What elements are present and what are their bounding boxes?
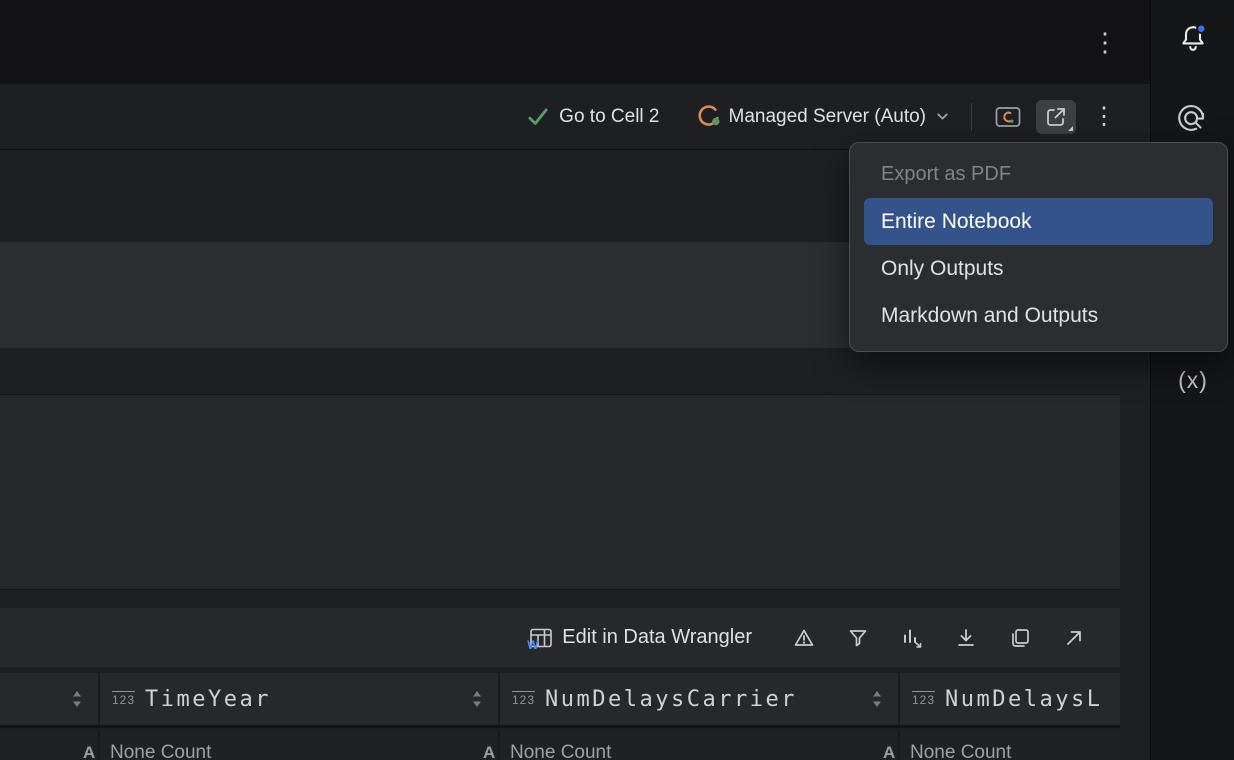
edit-in-data-wrangler-button[interactable]: W Edit in Data Wrangler bbox=[529, 626, 752, 649]
copy-icon bbox=[1008, 626, 1032, 650]
column-type-icon: A bbox=[83, 743, 95, 760]
column-name: NumDelaysL bbox=[945, 687, 1102, 712]
open-in-new-button[interactable] bbox=[1058, 622, 1090, 654]
data-wrangler-icon: W bbox=[529, 627, 553, 649]
edit-in-data-wrangler-label: Edit in Data Wrangler bbox=[562, 626, 752, 649]
go-to-cell-button[interactable]: Go to Cell 2 bbox=[526, 105, 659, 129]
title-bar: ⋮ bbox=[0, 0, 1150, 84]
menu-item-entire-notebook[interactable]: Entire Notebook bbox=[864, 198, 1213, 245]
notebook-output-region[interactable] bbox=[0, 394, 1120, 590]
column-name: TimeYear bbox=[145, 687, 271, 712]
menu-header: Export as PDF bbox=[850, 149, 1227, 198]
column-type-icon: A bbox=[483, 743, 495, 760]
copy-button[interactable] bbox=[1004, 622, 1036, 654]
chart-icon bbox=[900, 626, 924, 650]
toolbar-separator bbox=[971, 103, 972, 131]
go-to-cell-label: Go to Cell 2 bbox=[559, 106, 659, 128]
numeric-type-icon: 123 bbox=[912, 691, 935, 707]
sort-icon[interactable] bbox=[70, 689, 84, 709]
menu-item-only-outputs[interactable]: Only Outputs bbox=[850, 245, 1227, 292]
warning-button[interactable] bbox=[788, 622, 820, 654]
open-in-new-icon bbox=[1063, 627, 1085, 649]
numeric-type-icon: 123 bbox=[512, 691, 535, 707]
stats-cell: A None Count bbox=[100, 731, 500, 760]
bell-icon bbox=[1178, 23, 1208, 53]
export-button[interactable] bbox=[1036, 100, 1076, 134]
stats-cell: A None Count bbox=[900, 731, 1120, 760]
notifications-button[interactable] bbox=[1169, 14, 1217, 62]
warning-icon bbox=[792, 626, 816, 650]
stats-label: None Count bbox=[910, 742, 1011, 760]
filter-button[interactable] bbox=[842, 622, 874, 654]
search-button[interactable] bbox=[1169, 96, 1217, 144]
app-window: ⋮ Go to Cell 2 Managed Server (Auto) bbox=[0, 0, 1234, 760]
console-button[interactable] bbox=[988, 100, 1028, 134]
data-wrangler-badge: W bbox=[527, 638, 538, 652]
toolbar-more-button[interactable]: ⋮ bbox=[1084, 100, 1124, 134]
column-header[interactable]: 123 NumDelaysCarrier bbox=[500, 673, 900, 725]
column-header[interactable] bbox=[0, 673, 100, 725]
sort-icon[interactable] bbox=[470, 689, 498, 709]
export-icon bbox=[1044, 105, 1068, 129]
column-header[interactable]: 123 NumDelaysL bbox=[900, 673, 1120, 725]
server-selector-label: Managed Server (Auto) bbox=[729, 106, 927, 128]
window-more-menu-icon[interactable]: ⋮ bbox=[1084, 25, 1126, 59]
column-name: NumDelaysCarrier bbox=[545, 687, 797, 712]
variables-button[interactable]: (x) bbox=[1169, 356, 1217, 404]
checkmark-icon bbox=[526, 105, 550, 129]
stats-cell: A None Count bbox=[500, 731, 900, 760]
dataframe-stats-row: A None Count A None Count A None Count bbox=[0, 731, 1120, 760]
filter-icon bbox=[846, 626, 870, 650]
console-icon bbox=[995, 106, 1021, 128]
notebook-toolbar: Go to Cell 2 Managed Server (Auto) bbox=[0, 84, 1150, 150]
stats-label: None Count bbox=[110, 742, 211, 760]
dataframe-toolbar: W Edit in Data Wrangler bbox=[0, 608, 1120, 667]
dropdown-corner-indicator bbox=[1068, 126, 1073, 131]
menu-item-markdown-and-outputs[interactable]: Markdown and Outputs bbox=[850, 292, 1227, 339]
column-type-icon: A bbox=[883, 743, 895, 760]
export-menu: Export as PDF Entire Notebook Only Outpu… bbox=[849, 142, 1228, 352]
dataframe-header-row: 123 TimeYear 123 NumDelaysCarrier 123 Nu… bbox=[0, 673, 1120, 728]
right-tool-strip: (x) bbox=[1150, 0, 1234, 760]
server-status-icon bbox=[696, 104, 721, 129]
sort-icon[interactable] bbox=[870, 689, 898, 709]
server-selector[interactable]: Managed Server (Auto) bbox=[696, 104, 952, 129]
stats-label: None Count bbox=[510, 742, 611, 760]
chart-button[interactable] bbox=[896, 622, 928, 654]
download-icon bbox=[954, 626, 978, 650]
column-header[interactable]: 123 TimeYear bbox=[100, 673, 500, 725]
numeric-type-icon: 123 bbox=[112, 691, 135, 707]
download-button[interactable] bbox=[950, 622, 982, 654]
search-icon bbox=[1178, 105, 1208, 135]
variables-icon: (x) bbox=[1178, 367, 1208, 394]
chevron-down-icon bbox=[934, 108, 951, 125]
